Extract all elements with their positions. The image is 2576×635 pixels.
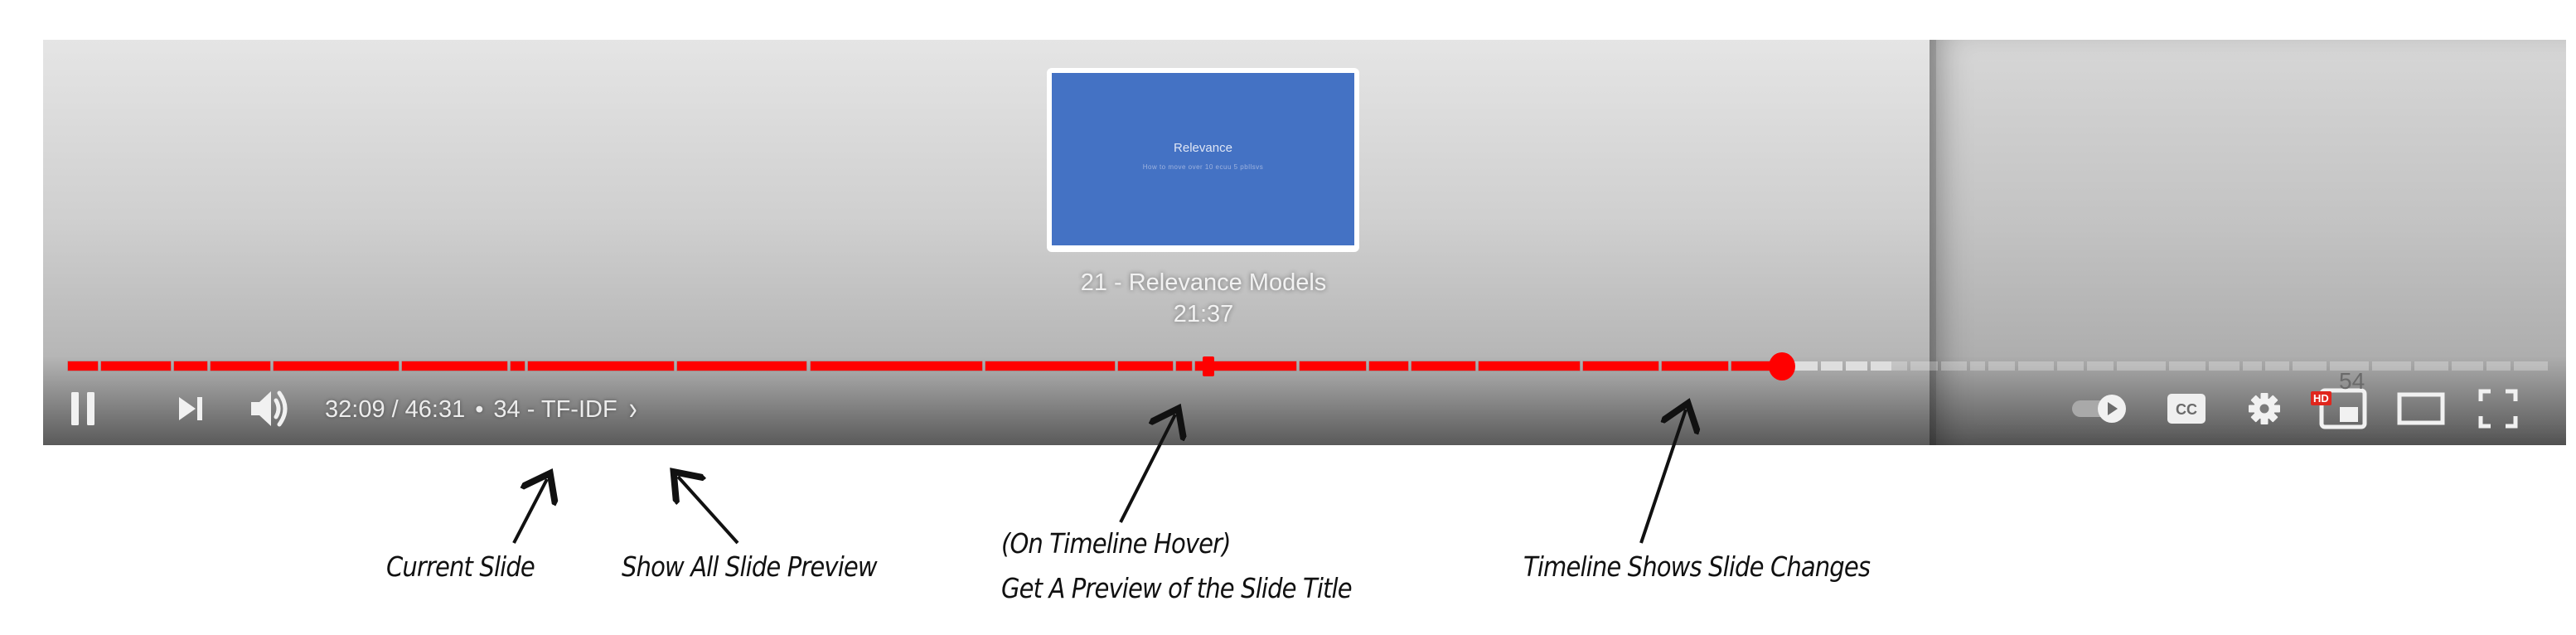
slide-preview-subtitle: How to move over 10 ecuu 5 pbllsvs xyxy=(1142,163,1264,171)
chapter-segment[interactable] xyxy=(1846,361,1868,371)
chapter-segment[interactable] xyxy=(273,361,399,371)
annotation-show-all-preview: Show All Slide Preview xyxy=(622,550,878,583)
slide-preview-thumbnail: Relevance How to move over 10 ecuu 5 pbl… xyxy=(1047,68,1359,252)
fullscreen-icon xyxy=(2478,389,2518,429)
next-icon xyxy=(179,397,202,420)
pause-button[interactable] xyxy=(66,388,99,429)
total-time: 46:31 xyxy=(404,395,466,423)
preview-timestamp: 21:37 xyxy=(1173,301,1234,327)
chapter-segment[interactable] xyxy=(2243,361,2263,371)
chapter-segment[interactable] xyxy=(1821,361,1843,371)
chapter-segment[interactable] xyxy=(2208,361,2240,371)
hd-badge: HD xyxy=(2311,391,2331,405)
chapter-segment[interactable] xyxy=(2116,361,2166,371)
slide-preview-title: Relevance xyxy=(1174,141,1232,155)
chapter-segment[interactable] xyxy=(1871,361,1892,371)
chapter-segment[interactable] xyxy=(2514,361,2548,371)
chapter-segment[interactable] xyxy=(810,361,983,371)
hover-position-marker xyxy=(1203,356,1215,376)
chapter-segment[interactable] xyxy=(985,361,1115,371)
chapter-segment[interactable] xyxy=(1478,361,1580,371)
annotation-hover-line1: (On Timeline Hover) xyxy=(1001,527,1232,560)
settings-button[interactable] xyxy=(2241,388,2288,429)
chapter-segment[interactable] xyxy=(2414,361,2449,371)
chapter-segment[interactable] xyxy=(2452,361,2484,371)
cc-label: CC xyxy=(2176,401,2197,418)
chapter-segment[interactable] xyxy=(2293,361,2327,371)
chapter-segment[interactable] xyxy=(2056,361,2084,371)
video-player[interactable]: Relevance How to move over 10 ecuu 5 pbl… xyxy=(43,40,2566,445)
chapter-segment[interactable] xyxy=(2372,361,2412,371)
annotation-timeline-changes: Timeline Shows Slide Changes xyxy=(1523,550,1871,583)
progress-bar[interactable] xyxy=(66,352,2549,381)
chapter-segment[interactable] xyxy=(1969,361,1985,371)
chapter-segment[interactable] xyxy=(2086,361,2114,371)
gear-icon xyxy=(2249,393,2280,424)
captions-button[interactable]: CC xyxy=(2163,388,2210,429)
volume-icon xyxy=(251,390,288,427)
autoplay-toggle-icon xyxy=(2072,395,2126,423)
theater-mode-icon xyxy=(2397,392,2445,425)
chapter-button[interactable]: 34 - TF-IDF › xyxy=(493,391,637,427)
chapter-segment[interactable] xyxy=(1368,361,1408,371)
chapter-bullet: • xyxy=(475,395,484,423)
fullscreen-button[interactable] xyxy=(2475,388,2521,429)
chapter-segment[interactable] xyxy=(1117,361,1174,371)
annotation-hover-line2: Get A Preview of the Slide Title xyxy=(1001,572,1353,604)
arrow-show-all xyxy=(678,477,739,545)
chapter-segment[interactable] xyxy=(1731,361,1771,371)
chapter-segment[interactable] xyxy=(1941,361,1967,371)
chapter-segment[interactable] xyxy=(1988,361,2016,371)
next-button[interactable] xyxy=(174,388,207,429)
chapter-segment[interactable] xyxy=(511,361,525,371)
chapter-segment[interactable] xyxy=(1176,361,1193,371)
chapter-segment[interactable] xyxy=(2018,361,2054,371)
chapter-segment[interactable] xyxy=(1411,361,1475,371)
arrow-current-slide xyxy=(512,479,547,544)
volume-button[interactable] xyxy=(247,388,293,429)
chapter-segment[interactable] xyxy=(1662,361,1729,371)
chapter-segment[interactable] xyxy=(401,361,508,371)
pause-icon xyxy=(71,392,94,425)
cc-icon: CC xyxy=(2167,394,2206,424)
overlay-number: 54 xyxy=(2339,368,2365,394)
preview-chapter-title: 21 - Relevance Models xyxy=(1080,269,1327,296)
chapter-segment[interactable] xyxy=(2168,361,2206,371)
chapter-segment[interactable] xyxy=(100,361,171,371)
theater-mode-button[interactable] xyxy=(2395,388,2447,429)
slide-preview-image: Relevance How to move over 10 ecuu 5 pbl… xyxy=(1052,73,1354,245)
chevron-right-icon: › xyxy=(628,390,637,427)
autoplay-toggle[interactable] xyxy=(2069,388,2132,429)
chapter-segment[interactable] xyxy=(1910,361,1939,371)
chapter-segment[interactable] xyxy=(210,361,270,371)
time-display: 32:09 / 46:31 • 34 - TF-IDF › xyxy=(325,391,637,428)
chapter-segment[interactable] xyxy=(2265,361,2290,371)
current-chapter-label: 34 - TF-IDF xyxy=(493,395,617,423)
chapter-segment[interactable] xyxy=(1582,361,1659,371)
chapter-segment[interactable] xyxy=(2486,361,2511,371)
chapter-segment[interactable] xyxy=(1891,361,1908,371)
chapter-segment[interactable] xyxy=(677,361,807,371)
chapter-segment[interactable] xyxy=(527,361,675,371)
annotation-current-slide: Current Slide xyxy=(386,550,535,583)
time-separator: / xyxy=(391,395,399,423)
playhead-scrubber[interactable] xyxy=(1769,352,1796,381)
preview-caption: 21 - Relevance Models 21:37 xyxy=(996,267,1411,330)
control-bar: 32:09 / 46:31 • 34 - TF-IDF › CC xyxy=(43,381,2566,439)
current-time: 32:09 xyxy=(325,395,385,423)
chapter-segment[interactable] xyxy=(68,361,98,371)
chapter-segment[interactable] xyxy=(173,361,207,371)
chapter-segment[interactable] xyxy=(1300,361,1366,371)
